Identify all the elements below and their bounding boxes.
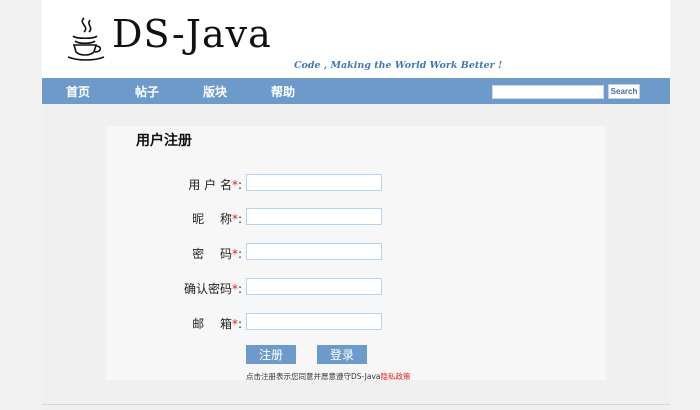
agreement-text: 点击注册表示您同意并愿意遵守DS-Java — [246, 372, 381, 381]
label-colon: : — [237, 317, 242, 331]
privacy-policy-link[interactable]: 隐私政策 — [381, 372, 411, 381]
login-button[interactable]: 登录 — [317, 345, 367, 364]
label-colon: : — [237, 247, 242, 261]
java-coffee-cup-icon — [67, 17, 105, 61]
password-field[interactable] — [246, 243, 382, 260]
site-logo-text: DS-Java — [112, 12, 272, 56]
nav-item-boards[interactable]: 版块 — [203, 83, 227, 100]
nav-item-help[interactable]: 帮助 — [271, 83, 295, 100]
page-container: DS-Java Code , Making the World Work Bet… — [42, 0, 670, 410]
confirm-password-label: 确认密码*: — [146, 280, 242, 297]
search-button[interactable]: Search — [608, 84, 640, 99]
email-label-text: 邮 箱 — [192, 317, 232, 331]
page-title: 用户注册 — [136, 133, 192, 149]
nickname-field[interactable] — [246, 208, 382, 225]
password-label-text: 密 码 — [192, 247, 232, 261]
site-header: DS-Java Code , Making the World Work Bet… — [42, 0, 670, 78]
username-label-text: 用 户 名 — [188, 178, 232, 192]
username-label: 用 户 名*: — [146, 176, 242, 193]
email-label: 邮 箱*: — [146, 315, 242, 332]
register-panel: 用户注册 用 户 名*: 昵 称*: 密 码*: 确认密码*: 邮 箱*: 注册… — [106, 126, 606, 382]
email-field[interactable] — [246, 313, 382, 330]
label-colon: : — [237, 178, 242, 192]
site-slogan: Code , Making the World Work Better ! — [294, 60, 503, 71]
label-colon: : — [237, 212, 242, 226]
footer-divider — [42, 404, 670, 405]
register-button[interactable]: 注册 — [246, 345, 296, 364]
confirm-password-field[interactable] — [246, 278, 382, 295]
confirm-password-label-text: 确认密码 — [183, 282, 232, 296]
username-field[interactable] — [246, 174, 382, 191]
search-input[interactable] — [492, 85, 604, 99]
agreement-notice: 点击注册表示您同意并愿意遵守DS-Java隐私政策 — [246, 371, 411, 382]
nav-item-posts[interactable]: 帖子 — [135, 83, 159, 100]
nickname-label-text: 昵 称 — [192, 212, 232, 226]
password-label: 密 码*: — [146, 245, 242, 262]
label-colon: : — [237, 282, 242, 296]
nickname-label: 昵 称*: — [146, 210, 242, 227]
nav-item-home[interactable]: 首页 — [66, 83, 90, 100]
